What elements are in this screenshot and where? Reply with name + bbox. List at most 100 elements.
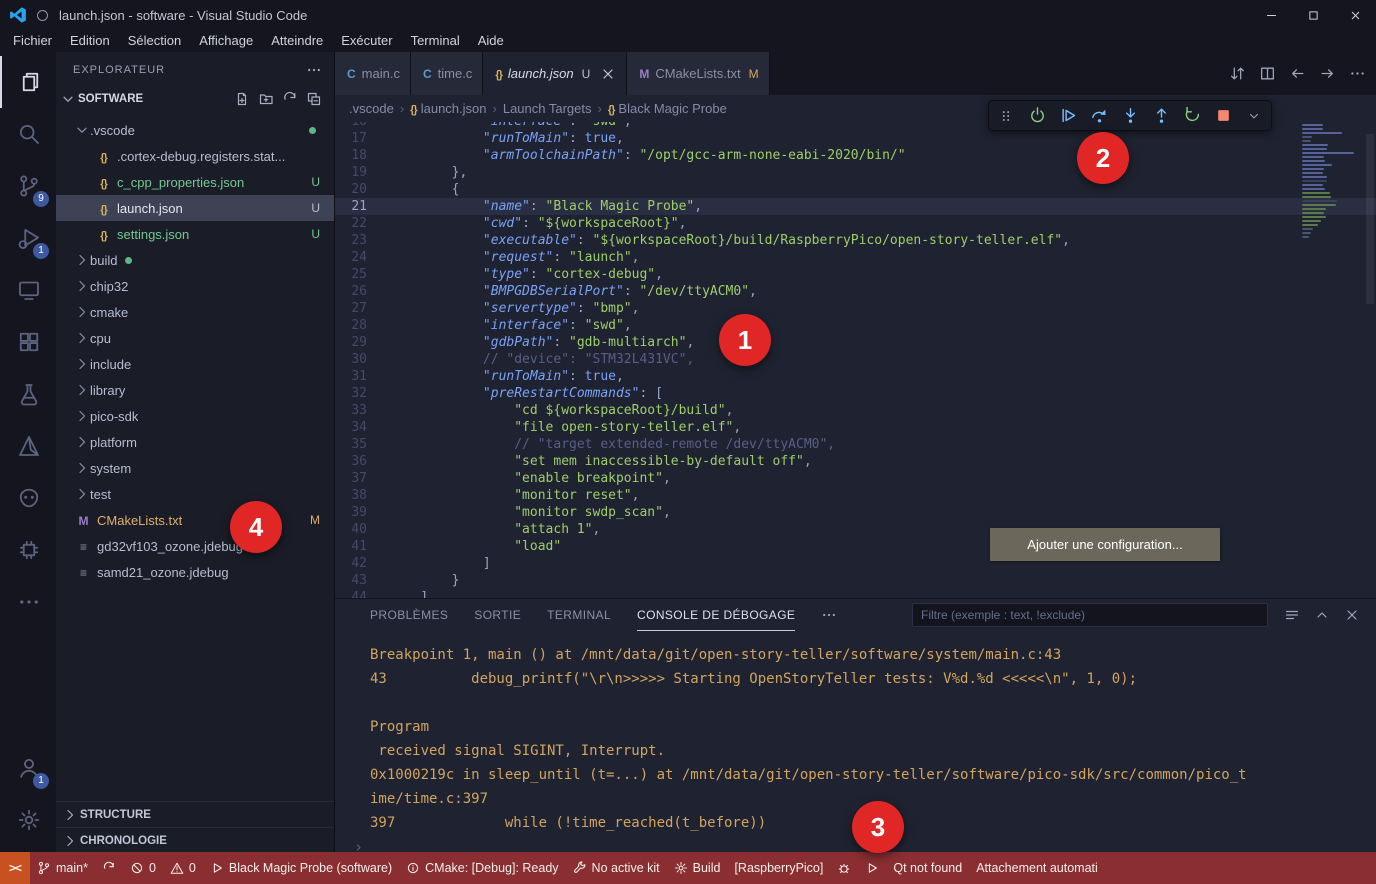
- code-line-32[interactable]: 32 "preRestartCommands": [: [335, 385, 1376, 402]
- code-line-20[interactable]: 20 {: [335, 181, 1376, 198]
- collapse-folders-icon[interactable]: [306, 91, 322, 107]
- panel-tab-probl-mes[interactable]: PROBLÈMES: [370, 600, 448, 631]
- tab-cmakelists-txt[interactable]: MCMakeLists.txtM: [627, 52, 769, 95]
- status-auto-attach[interactable]: Attachement automati: [969, 852, 1105, 884]
- code-line-34[interactable]: 34 "file open-story-teller.elf",: [335, 419, 1376, 436]
- status-sync-changes[interactable]: [95, 852, 123, 884]
- activity-testing[interactable]: [0, 368, 56, 420]
- code-line-33[interactable]: 33 "cd ${workspaceRoot}/build",: [335, 402, 1376, 419]
- status-cmake-build[interactable]: Build: [667, 852, 728, 884]
- minimap[interactable]: [1302, 124, 1360, 240]
- code-line-23[interactable]: 23 "executable": "${workspaceRoot}/build…: [335, 232, 1376, 249]
- structure-section[interactable]: STRUCTURE: [56, 801, 334, 827]
- close-button[interactable]: [1334, 0, 1376, 30]
- status-debug-launch-config[interactable]: Black Magic Probe (software): [203, 852, 399, 884]
- menu-affichage[interactable]: Affichage: [190, 30, 262, 52]
- step-into-button[interactable]: [1119, 105, 1141, 127]
- navigate-back-icon[interactable]: [1289, 65, 1306, 82]
- more-debug-actions-button[interactable]: [1243, 105, 1265, 127]
- menu-terminal[interactable]: Terminal: [402, 30, 469, 52]
- status-cmake-status[interactable]: CMake: [Debug]: Ready: [399, 852, 565, 884]
- code-line-25[interactable]: 25 "type": "cortex-debug",: [335, 266, 1376, 283]
- tree-item-platform[interactable]: platform: [56, 429, 334, 455]
- restart-button[interactable]: [1181, 105, 1203, 127]
- breadcrumb-launch-targets[interactable]: Launch Targets: [503, 101, 592, 116]
- minimize-button[interactable]: [1250, 0, 1292, 30]
- code-line-21[interactable]: 21 "name": "Black Magic Probe",: [335, 198, 1376, 215]
- code-line-39[interactable]: 39 "monitor swdp_scan",: [335, 504, 1376, 521]
- status-cmake-target[interactable]: [RaspberryPico]: [727, 852, 830, 884]
- code-line-24[interactable]: 24 "request": "launch",: [335, 249, 1376, 266]
- code-line-44[interactable]: 44 ]: [335, 589, 1376, 598]
- breadcrumb--vscode[interactable]: .vscode: [349, 101, 394, 116]
- activity-peripherals[interactable]: [0, 524, 56, 576]
- breadcrumb-launch-json[interactable]: {}launch.json: [410, 101, 486, 116]
- tree-item-library[interactable]: library: [56, 377, 334, 403]
- navigate-forward-icon[interactable]: [1319, 65, 1336, 82]
- status-problems-warnings[interactable]: 0: [163, 852, 203, 884]
- code-line-30[interactable]: 30 // "device": "STM32L431VC",: [335, 351, 1376, 368]
- tree-item-pico-sdk[interactable]: pico-sdk: [56, 403, 334, 429]
- panel-tab-console-de-d-bogage[interactable]: CONSOLE DE DÉBOGAGE: [637, 600, 795, 631]
- step-out-button[interactable]: [1150, 105, 1172, 127]
- menu-fichier[interactable]: Fichier: [4, 30, 61, 52]
- stop-button[interactable]: [1212, 105, 1234, 127]
- activity-more-views[interactable]: [0, 576, 56, 628]
- activity-source-control[interactable]: 9: [0, 160, 56, 212]
- editor-scrollbar[interactable]: [1366, 134, 1374, 304]
- status-git-branch[interactable]: main*: [30, 852, 95, 884]
- maximize-button[interactable]: [1292, 0, 1334, 30]
- explorer-more-actions-icon[interactable]: [306, 62, 322, 78]
- code-line-38[interactable]: 38 "monitor reset",: [335, 487, 1376, 504]
- new-file-icon[interactable]: [234, 91, 250, 107]
- code-line-26[interactable]: 26 "BMPGDBSerialPort": "/dev/ttyACM0",: [335, 283, 1376, 300]
- console-options-icon[interactable]: [1284, 607, 1300, 623]
- activity-run-and-debug[interactable]: 1: [0, 212, 56, 264]
- close-panel-icon[interactable]: [1344, 607, 1360, 623]
- maximize-panel-icon[interactable]: [1314, 607, 1330, 623]
- tree-item-vscode[interactable]: .vscode: [56, 117, 334, 143]
- panel-more-tabs-icon[interactable]: [821, 607, 837, 623]
- tree-item-test[interactable]: test: [56, 481, 334, 507]
- tab-time-c[interactable]: Ctime.c: [411, 52, 483, 95]
- console-filter-input[interactable]: [912, 603, 1268, 627]
- activity-accounts[interactable]: 1: [0, 742, 56, 794]
- explorer-section-header[interactable]: SOFTWARE: [56, 87, 334, 111]
- continue-button[interactable]: [1026, 105, 1048, 127]
- code-line-36[interactable]: 36 "set mem inaccessible-by-default off"…: [335, 453, 1376, 470]
- split-editor-icon[interactable]: [1259, 65, 1276, 82]
- run-to-cursor-button[interactable]: [1057, 105, 1079, 127]
- tree-item-gd32vf103-ozone-jdebug[interactable]: ≡gd32vf103_ozone.jdebug: [56, 533, 334, 559]
- tree-item-system[interactable]: system: [56, 455, 334, 481]
- activity-cmake-tools[interactable]: [0, 420, 56, 472]
- status-qt-status[interactable]: Qt not found: [886, 852, 969, 884]
- tree-item-launch-json[interactable]: {}launch.jsonU: [56, 195, 334, 221]
- compare-changes-icon[interactable]: [1229, 65, 1246, 82]
- tree-item-cpu[interactable]: cpu: [56, 325, 334, 351]
- code-line-31[interactable]: 31 "runToMain": true,: [335, 368, 1376, 385]
- menu-exécuter[interactable]: Exécuter: [332, 30, 401, 52]
- timeline-section[interactable]: CHRONOLOGIE: [56, 827, 334, 853]
- code-line-37[interactable]: 37 "enable breakpoint",: [335, 470, 1376, 487]
- tree-item-samd21-ozone-jdebug[interactable]: ≡samd21_ozone.jdebug: [56, 559, 334, 585]
- code-line-17[interactable]: 17 "runToMain": true,: [335, 130, 1376, 147]
- status-cmake-kit[interactable]: No active kit: [566, 852, 667, 884]
- tab-main-c[interactable]: Cmain.c: [335, 52, 411, 95]
- close-tab-icon[interactable]: [600, 66, 616, 82]
- panel-tab-sortie[interactable]: SORTIE: [474, 600, 521, 631]
- add-configuration-button[interactable]: Ajouter une configuration...: [990, 528, 1220, 561]
- code-line-29[interactable]: 29 "gdbPath": "gdb-multiarch",: [335, 334, 1376, 351]
- activity-remote-explorer[interactable]: [0, 264, 56, 316]
- tree-item-c-cpp-properties-json[interactable]: {}c_cpp_properties.jsonU: [56, 169, 334, 195]
- menu-atteindre[interactable]: Atteindre: [262, 30, 332, 52]
- code-line-28[interactable]: 28 "interface": "swd",: [335, 317, 1376, 334]
- code-line-22[interactable]: 22 "cwd": "${workspaceRoot}",: [335, 215, 1376, 232]
- status-problems-errors[interactable]: 0: [123, 852, 163, 884]
- activity-settings[interactable]: [0, 794, 56, 846]
- tab-launch-json[interactable]: {}launch.jsonU: [483, 52, 627, 95]
- tree-item-cmakelists-txt[interactable]: MCMakeLists.txtM: [56, 507, 334, 533]
- activity-platformio[interactable]: [0, 472, 56, 524]
- menu-edition[interactable]: Edition: [61, 30, 119, 52]
- code-line-35[interactable]: 35 // "target extended-remote /dev/ttyAC…: [335, 436, 1376, 453]
- tree-item-include[interactable]: include: [56, 351, 334, 377]
